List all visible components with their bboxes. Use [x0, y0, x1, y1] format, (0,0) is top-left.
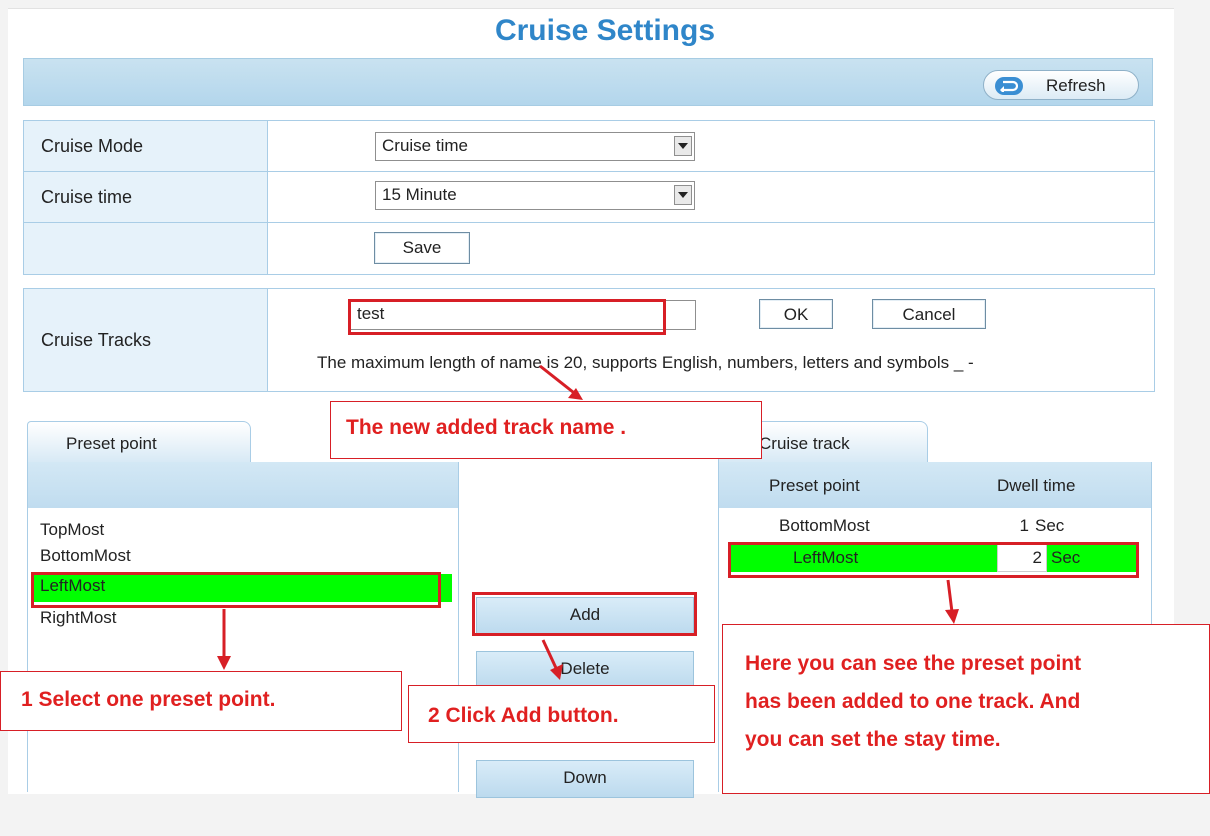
- list-item[interactable]: RightMost: [40, 608, 117, 628]
- cruise-time-label: Cruise time: [24, 172, 268, 222]
- delete-button[interactable]: Delete: [476, 651, 694, 689]
- selected-preset-highlight: [31, 572, 441, 608]
- add-button-highlight: [472, 592, 697, 636]
- row-preset: BottomMost: [779, 516, 870, 535]
- column-preset-point: Preset point: [769, 476, 860, 495]
- row-unit: Sec: [1035, 516, 1065, 535]
- note-result-line2: has been added to one track. And: [745, 690, 1081, 713]
- cruise-mode-value: Cruise time: [382, 136, 468, 155]
- list-item[interactable]: TopMost: [40, 520, 104, 540]
- track-row-highlight: [728, 542, 1139, 578]
- cruise-time-select[interactable]: 15 Minute: [375, 181, 695, 210]
- cruise-tracks-panel: Cruise Tracks test OK Cancel The maximum…: [23, 288, 1155, 392]
- cruise-time-value: 15 Minute: [382, 185, 457, 204]
- track-input-highlight: [348, 299, 666, 335]
- down-button[interactable]: Down: [476, 760, 694, 798]
- refresh-icon: [995, 77, 1023, 95]
- column-dwell-time: Dwell time: [997, 476, 1076, 495]
- note-result-line3: you can set the stay time.: [745, 728, 1001, 751]
- note-result-line1: Here you can see the preset point: [745, 652, 1082, 675]
- settings-panel: Cruise Mode Cruise time Cruise time 15 M…: [23, 120, 1155, 275]
- note-new-track-name: The new added track name .: [330, 401, 762, 459]
- cruise-time-row: Cruise time 15 Minute: [24, 172, 1154, 223]
- cancel-button[interactable]: Cancel: [872, 299, 986, 329]
- refresh-label: Refresh: [1046, 76, 1106, 95]
- row-dwell: 1: [1019, 516, 1029, 535]
- tab-preset-point[interactable]: Preset point: [27, 421, 251, 463]
- table-row[interactable]: BottomMost 1 Sec: [719, 514, 1151, 540]
- cruise-mode-row: Cruise Mode Cruise time: [24, 121, 1154, 172]
- preset-list-header: [28, 462, 458, 508]
- note-step2: 2 Click Add button.: [408, 685, 715, 743]
- save-row: Save: [24, 223, 1154, 274]
- chevron-down-icon[interactable]: [674, 185, 692, 205]
- note-step1: 1 Select one preset point.: [0, 671, 402, 731]
- cruise-mode-select[interactable]: Cruise time: [375, 132, 695, 161]
- tab-cruise-track-label: Cruise track: [759, 434, 850, 453]
- cruise-mode-label: Cruise Mode: [24, 121, 268, 171]
- save-button[interactable]: Save: [374, 232, 470, 264]
- list-item[interactable]: BottomMost: [40, 546, 131, 566]
- note-result: Here you can see the preset point has be…: [722, 624, 1210, 794]
- save-row-label: [24, 223, 268, 274]
- track-name-hint: The maximum length of name is 20, suppor…: [317, 353, 974, 372]
- preset-list-panel: TopMost BottomMost LeftMost RightMost: [27, 462, 459, 792]
- chevron-down-icon[interactable]: [674, 136, 692, 156]
- refresh-button[interactable]: Refresh: [983, 70, 1139, 100]
- ok-button[interactable]: OK: [759, 299, 833, 329]
- cruise-track-header: Preset point Dwell time: [719, 462, 1151, 508]
- cruise-tracks-label: Cruise Tracks: [24, 289, 268, 391]
- page-title: Cruise Settings: [494, 14, 716, 47]
- tab-preset-point-label: Preset point: [66, 434, 157, 453]
